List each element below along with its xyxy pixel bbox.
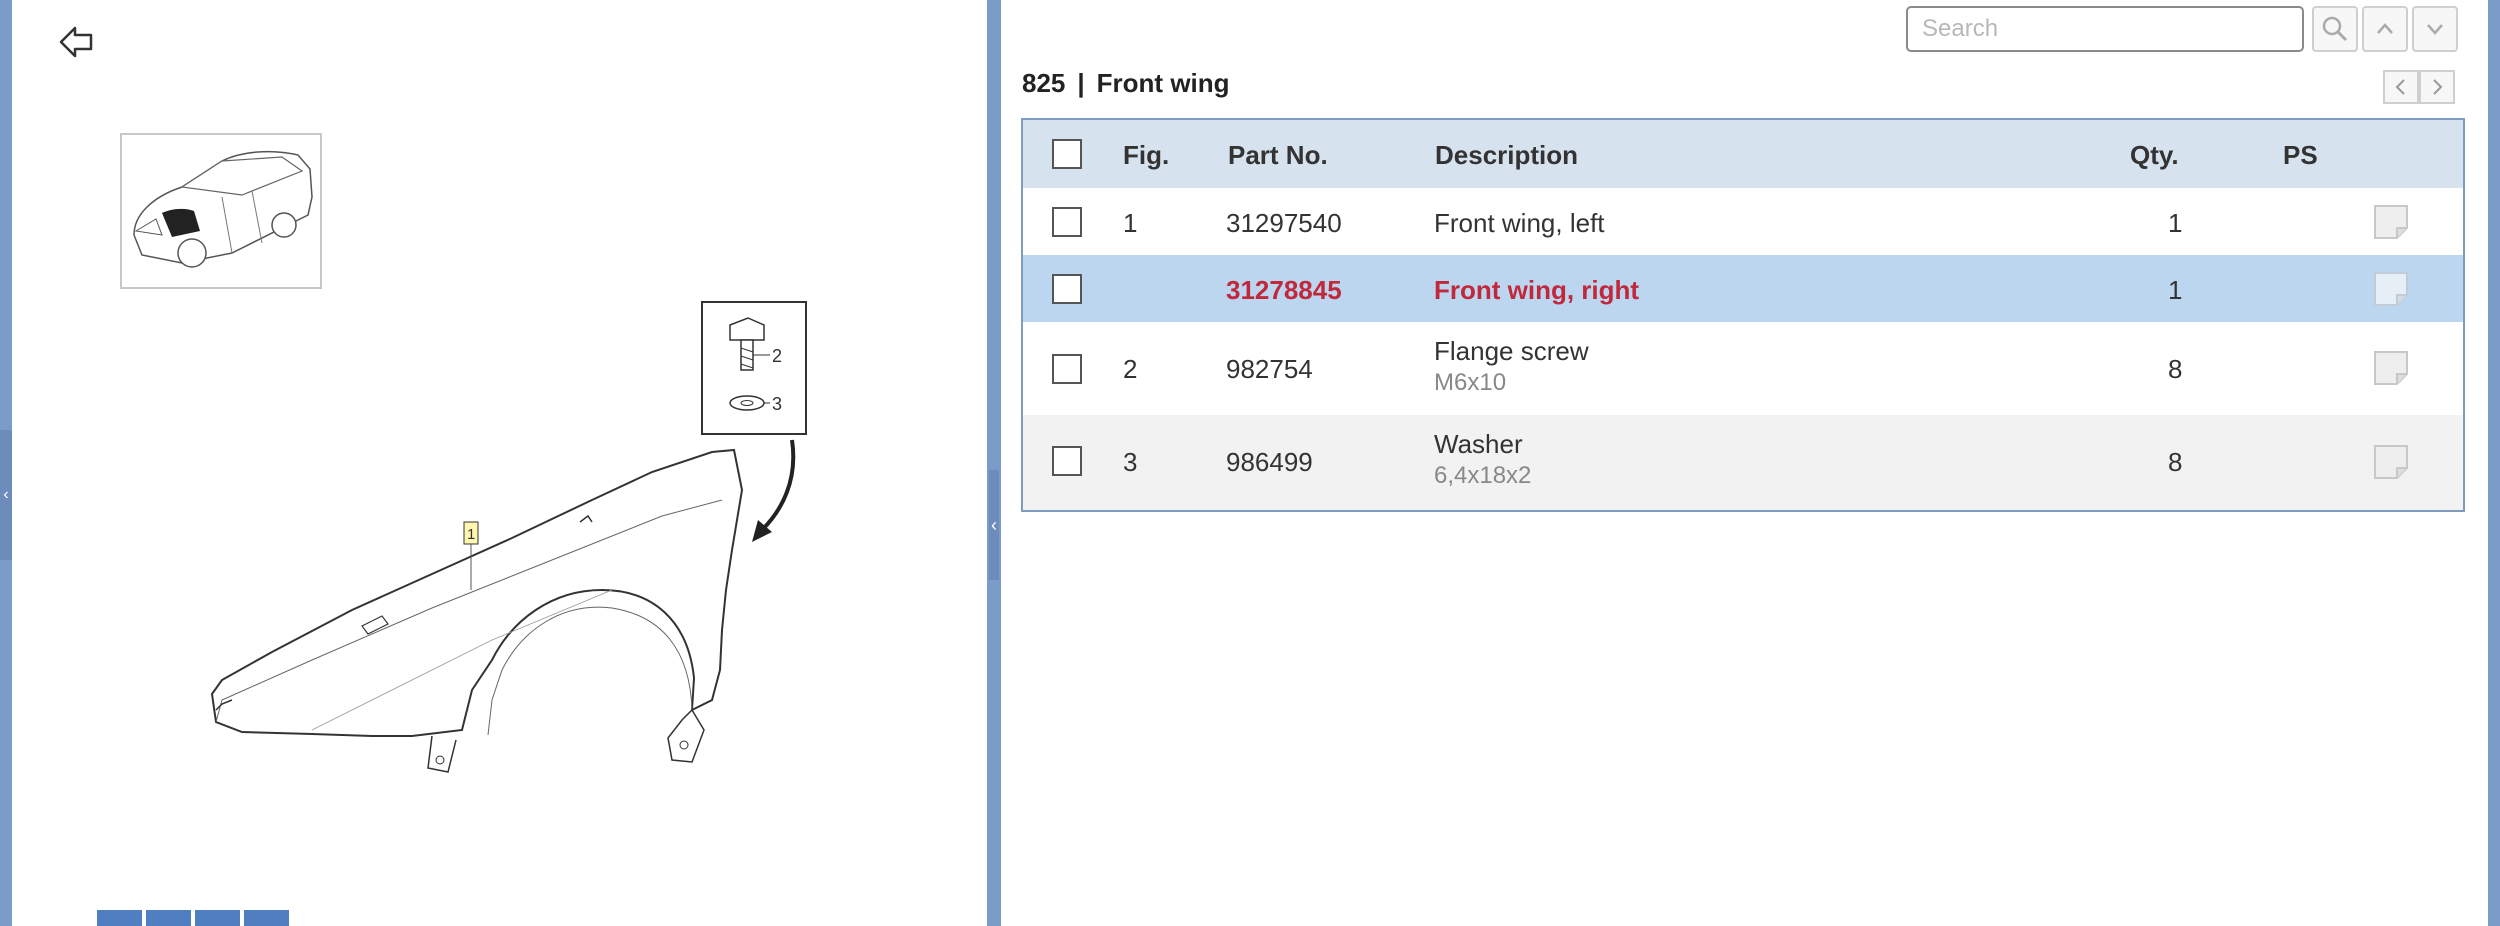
description-cell: Washer 6,4x18x2 [1434,429,1531,490]
part-number-cell[interactable]: 982754 [1226,354,1313,385]
row-checkbox[interactable] [1052,354,1082,384]
group-title: Front wing [1096,68,1230,98]
pan-tool-button[interactable] [146,910,191,926]
left-panel-collapse-handle[interactable]: ‹ [0,430,12,560]
chevron-right-icon[interactable] [2419,70,2455,104]
fit-tool-button[interactable] [195,910,240,926]
search-input[interactable] [1906,6,2304,52]
note-icon[interactable] [2373,271,2409,307]
search-icon[interactable] [2312,6,2358,52]
chevron-down-icon[interactable] [2412,6,2458,52]
parts-table: Fig. Part No. Description Qty. PS 1 3129… [1021,118,2465,512]
description-cell: Front wing, right [1434,275,1640,305]
description-sub: M6x10 [1434,369,1507,396]
diagram-toolbar [97,910,289,926]
note-icon[interactable] [2373,350,2409,386]
part-number-cell[interactable]: 986499 [1226,447,1313,478]
print-tool-button[interactable] [244,910,289,926]
row-checkbox[interactable] [1052,446,1082,476]
column-header-qty[interactable]: Qty. [2130,140,2179,171]
zoom-tool-button[interactable] [97,910,142,926]
note-icon[interactable] [2373,444,2409,480]
parts-list-pane: 825 | Front wing Fig. Part No. Description… [1001,0,2488,926]
group-number: 825 [1022,68,1066,98]
row-checkbox[interactable] [1052,207,1082,237]
pane-splitter[interactable]: ‹ [987,0,1001,926]
page-navigation [2383,70,2457,106]
table-row-selected[interactable]: 31278845 Front wing, right 1 [1023,255,2463,322]
description-main: Washer [1434,429,1523,459]
callout-3[interactable]: 3 [772,394,782,414]
column-header-description[interactable]: Description [1435,140,1578,171]
table-header: Fig. Part No. Description Qty. PS [1023,120,2463,188]
part-number-cell[interactable]: 31297540 [1226,208,1342,239]
table-row[interactable]: 2 982754 Flange screw M6x10 8 [1023,322,2463,415]
table-row[interactable]: 3 986499 Washer 6,4x18x2 8 [1023,415,2463,510]
quantity-cell: 8 [2168,354,2183,384]
page-title: 825 | Front wing [1022,68,1230,99]
quantity-cell: 1 [2168,275,2183,305]
table-row[interactable]: 1 31297540 Front wing, left 1 [1023,188,2463,255]
chevron-up-icon[interactable] [2362,6,2408,52]
description-cell: Front wing, left [1434,208,1605,238]
part-number-cell[interactable]: 31278845 [1226,275,1342,306]
front-wing-diagram: 2 3 1 [192,290,842,850]
title-separator: | [1077,68,1085,98]
callout-1[interactable]: 1 [467,526,475,543]
back-arrow-icon[interactable] [57,22,97,62]
chevron-left-icon[interactable] [2383,70,2419,104]
quantity-cell: 1 [2168,208,2183,238]
fig-cell: 2 [1123,354,1138,384]
description-main: Flange screw [1434,336,1589,366]
select-all-checkbox[interactable] [1052,139,1082,169]
illustration-pane: 2 3 1 [12,0,987,926]
description-cell: Flange screw M6x10 [1434,336,1589,397]
column-header-part-no[interactable]: Part No. [1228,140,1328,171]
quantity-cell: 8 [2168,447,2183,477]
vehicle-thumbnail[interactable] [120,133,322,289]
column-header-ps[interactable]: PS [2283,140,2318,171]
callout-2[interactable]: 2 [772,346,782,366]
note-icon[interactable] [2373,204,2409,240]
row-checkbox[interactable] [1052,274,1082,304]
description-sub: 6,4x18x2 [1434,462,1532,489]
fig-cell: 3 [1123,447,1138,477]
fig-cell: 1 [1123,208,1138,238]
splitter-grip-icon[interactable]: ‹ [989,470,999,580]
column-header-fig[interactable]: Fig. [1123,140,1169,171]
